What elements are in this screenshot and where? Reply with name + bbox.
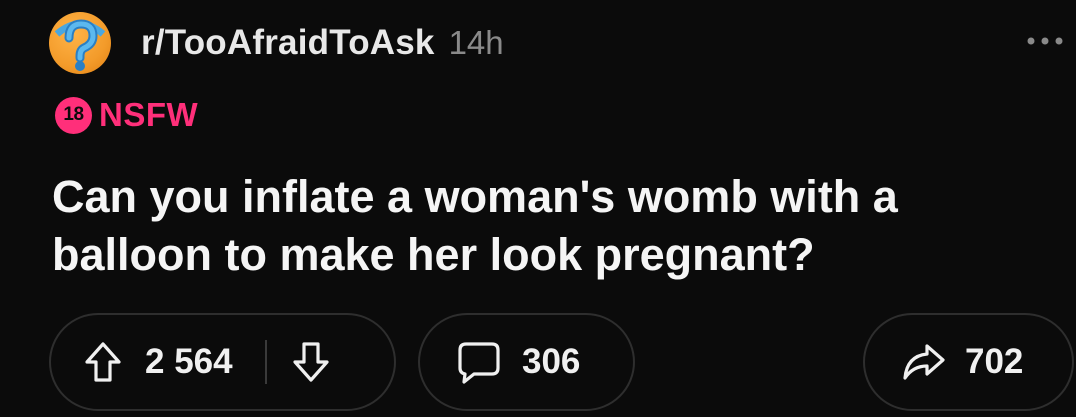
more-options-icon[interactable] [1025, 34, 1065, 48]
post-time: 14h [448, 24, 504, 61]
nsfw-age-badge: 18 [55, 96, 92, 134]
share-arrow-icon [901, 342, 947, 382]
question-mark-icon [54, 19, 106, 71]
upvote-count: 2 564 [145, 342, 233, 381]
post-header: r/TooAfraidToAsk 14h [49, 10, 1069, 76]
upvote-arrow-icon[interactable] [83, 340, 123, 384]
nsfw-label: NSFW [99, 96, 199, 133]
comment-button[interactable]: 306 [418, 313, 635, 411]
vote-divider [264, 340, 267, 384]
nsfw-tag: 18 NSFW [55, 96, 198, 134]
post-title[interactable]: Can you inflate a woman's womb with a ba… [52, 168, 1052, 284]
comment-count: 306 [522, 342, 581, 381]
subreddit-avatar[interactable] [49, 12, 111, 74]
comment-bubble-icon [456, 340, 502, 384]
vote-bar: 2 564 [49, 313, 396, 411]
subreddit-name[interactable]: r/TooAfraidToAsk [141, 23, 435, 63]
share-button[interactable]: 702 [863, 313, 1074, 411]
downvote-arrow-icon[interactable] [291, 340, 331, 384]
share-count: 702 [965, 342, 1024, 381]
